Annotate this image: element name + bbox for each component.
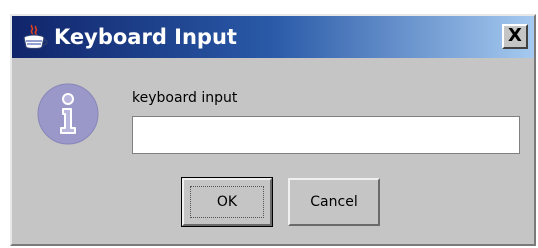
focus-indicator [190,186,264,218]
prompt-label: keyboard input [132,90,238,106]
java-cup-icon [20,23,48,51]
cancel-button-label: Cancel [310,194,358,210]
title-bar[interactable]: Keyboard Input X [12,16,534,58]
close-button[interactable]: X [502,24,528,49]
ok-button[interactable]: OK [182,178,272,226]
information-icon [36,82,100,146]
cancel-button[interactable]: Cancel [288,178,380,226]
close-icon: X [508,25,522,46]
keyboard-input-field[interactable] [132,116,520,154]
window-title: Keyboard Input [54,25,237,49]
keyboard-input-dialog: Keyboard Input X keyboard input OK Cance… [10,14,536,246]
